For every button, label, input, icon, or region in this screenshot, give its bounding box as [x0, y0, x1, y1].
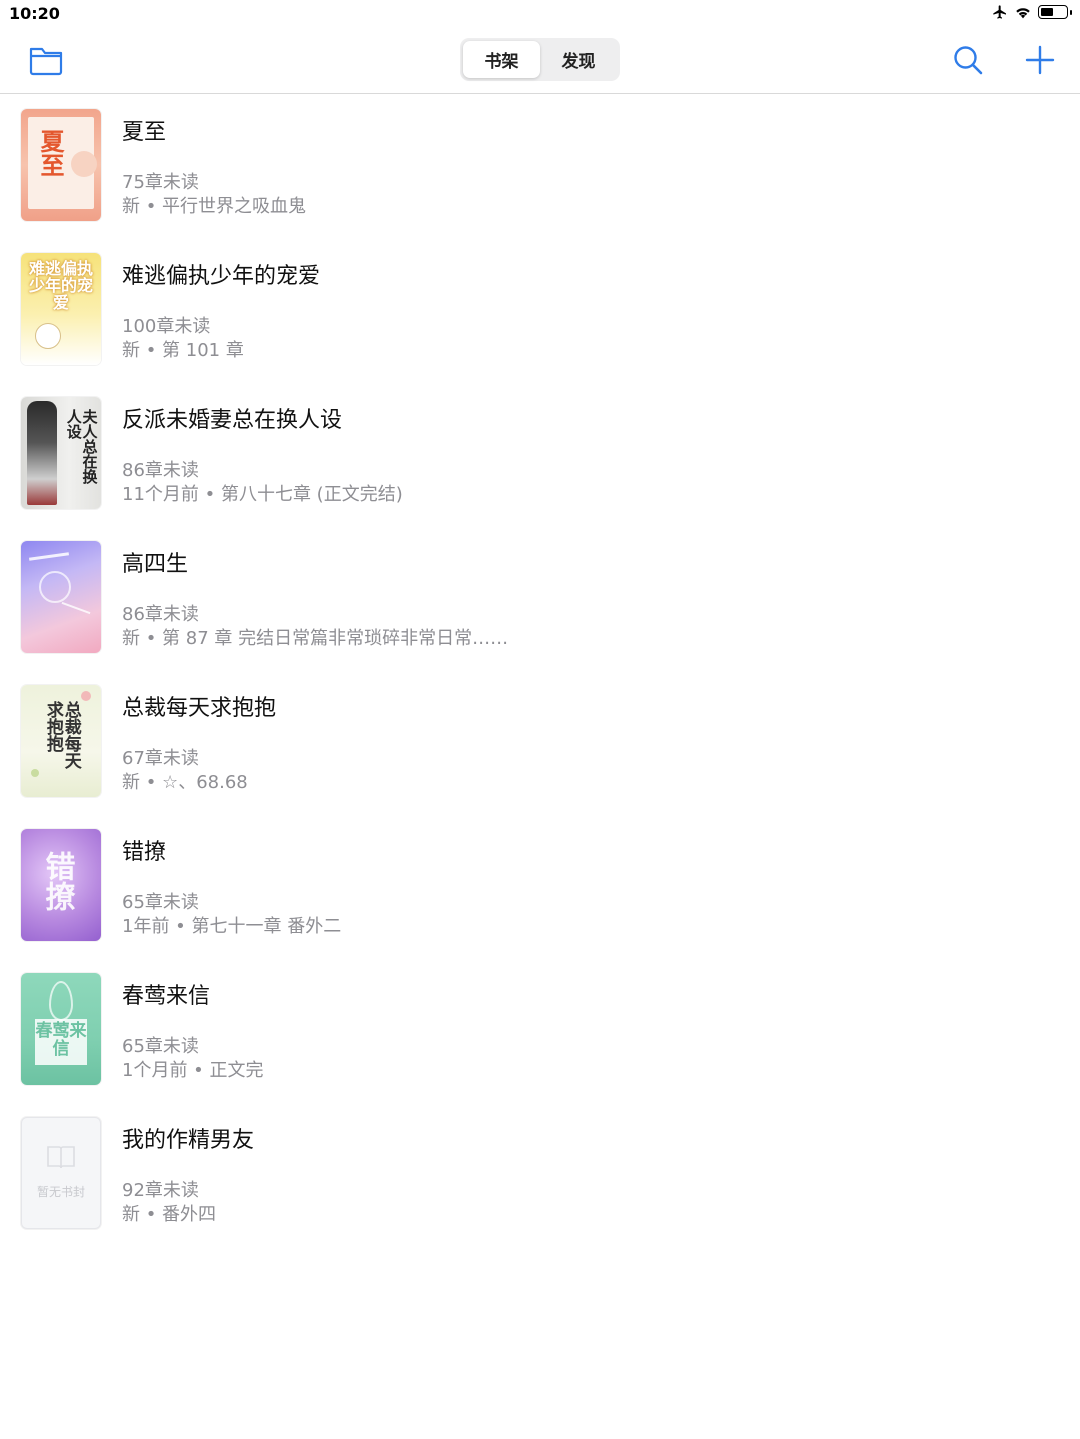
status-time: 10:20: [9, 4, 60, 23]
unread-count: 75章未读: [122, 172, 199, 193]
unread-count: 86章未读: [122, 604, 199, 625]
book-cover: [21, 541, 101, 653]
unread-count: 86章未读: [122, 460, 199, 481]
unread-count: 65章未读: [122, 892, 199, 913]
tab-discover[interactable]: 发现: [540, 41, 617, 78]
cover-title: 夫人总在换人设: [64, 409, 99, 484]
status-bar: 10:20: [0, 0, 1080, 28]
cover-title: 难逃偏执少年的宠爱: [28, 259, 93, 312]
latest-chapter: 1个月前 • 正文完: [122, 1060, 264, 1081]
add-icon[interactable]: [1024, 44, 1056, 76]
navigation-bar: 书架 发现: [0, 28, 1080, 94]
latest-chapter: 新 • 第 87 章 完结日常篇非常琐碎非常日常……: [122, 628, 509, 649]
book-row[interactable]: 错撩 错撩 65章未读 1年前 • 第七十一章 番外二: [0, 828, 1080, 972]
segmented-control: 书架 发现: [460, 38, 620, 81]
latest-chapter: 1年前 • 第七十一章 番外二: [122, 916, 342, 937]
book-cover: 春莺来信: [21, 973, 101, 1085]
book-title: 难逃偏执少年的宠爱: [122, 264, 321, 289]
book-cover: 夏至: [21, 109, 101, 221]
unread-count: 92章未读: [122, 1180, 199, 1201]
status-icons: [992, 4, 1072, 20]
latest-chapter: 新 • 番外四: [122, 1204, 217, 1225]
book-cover: 夫人总在换人设: [21, 397, 101, 509]
book-row[interactable]: 夏至 夏至 75章未读 新 • 平行世界之吸血鬼: [0, 108, 1080, 252]
book-title: 春莺来信: [122, 984, 211, 1009]
wifi-icon: [1016, 8, 1030, 19]
latest-chapter: 新 • 平行世界之吸血鬼: [122, 196, 307, 217]
book-cover: 错撩: [21, 829, 101, 941]
battery-icon: [1038, 5, 1072, 19]
latest-chapter: 新 • ☆、68.68: [122, 772, 248, 793]
book-row[interactable]: 春莺来信 春莺来信 65章未读 1个月前 • 正文完: [0, 972, 1080, 1116]
book-title: 反派未婚妻总在换人设: [122, 408, 343, 433]
book-title: 总裁每天求抱抱: [122, 696, 277, 721]
book-list: 夏至 夏至 75章未读 新 • 平行世界之吸血鬼 难逃偏执少年的宠爱 难逃偏执少…: [0, 108, 1080, 1260]
folder-icon[interactable]: [28, 44, 64, 76]
book-cover: 暂无书封: [21, 1117, 101, 1229]
book-placeholder-icon: [47, 1146, 75, 1169]
unread-count: 100章未读: [122, 316, 211, 337]
latest-chapter: 新 • 第 101 章: [122, 340, 244, 361]
tab-bookshelf[interactable]: 书架: [463, 41, 540, 78]
book-title: 错撩: [122, 840, 167, 865]
search-icon[interactable]: [952, 44, 984, 76]
book-cover: 总裁每天求抱抱: [21, 685, 101, 797]
cover-title: 错撩: [39, 851, 75, 911]
unread-count: 65章未读: [122, 1036, 199, 1057]
book-row[interactable]: 夫人总在换人设 反派未婚妻总在换人设 86章未读 11个月前 • 第八十七章 (…: [0, 396, 1080, 540]
latest-chapter: 11个月前 • 第八十七章 (正文完结): [122, 484, 403, 505]
cover-title: 春莺来信: [35, 1021, 87, 1059]
cover-title: 暂无书封: [36, 1185, 85, 1199]
book-title: 夏至: [122, 120, 167, 145]
cover-title: 夏至: [36, 129, 65, 177]
book-row[interactable]: 难逃偏执少年的宠爱 难逃偏执少年的宠爱 100章未读 新 • 第 101 章: [0, 252, 1080, 396]
book-title: 高四生: [122, 552, 189, 577]
book-title: 我的作精男友: [122, 1128, 255, 1153]
book-cover: 难逃偏执少年的宠爱: [21, 253, 101, 365]
book-row[interactable]: 高四生 86章未读 新 • 第 87 章 完结日常篇非常琐碎非常日常……: [0, 540, 1080, 684]
airplane-icon: [993, 5, 1006, 19]
book-row[interactable]: 暂无书封 我的作精男友 92章未读 新 • 番外四: [0, 1116, 1080, 1260]
cover-title: 总裁每天求抱抱: [42, 701, 81, 769]
book-row[interactable]: 总裁每天求抱抱 总裁每天求抱抱 67章未读 新 • ☆、68.68: [0, 684, 1080, 828]
unread-count: 67章未读: [122, 748, 199, 769]
